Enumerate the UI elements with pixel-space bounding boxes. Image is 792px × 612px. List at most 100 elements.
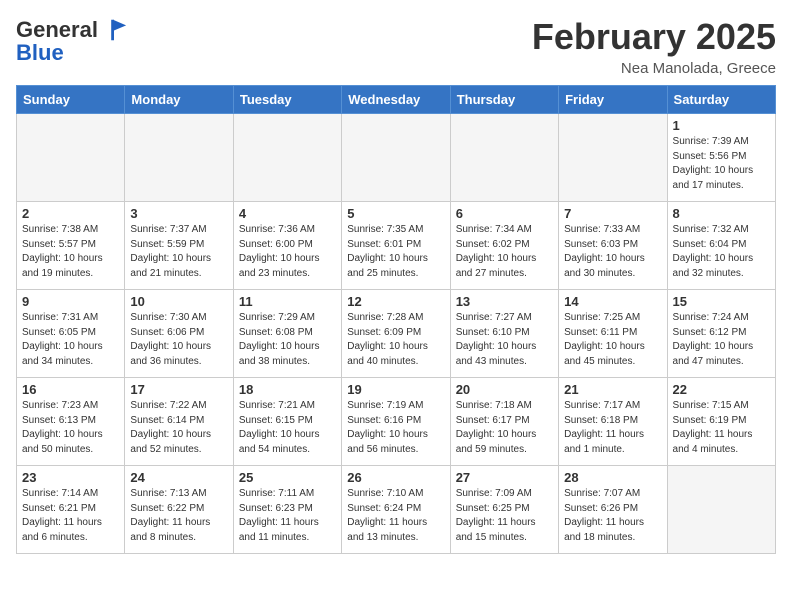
calendar-day-cell: 15 Sunrise: 7:24 AM Sunset: 6:12 PM Dayli… <box>667 290 775 378</box>
title-block: February 2025 Nea Manolada, Greece <box>532 16 776 77</box>
logo: General Blue <box>16 16 128 66</box>
day-number: 3 <box>130 206 227 221</box>
day-number: 7 <box>564 206 661 221</box>
day-info-text: Sunrise: 7:24 AM Sunset: 6:12 PM Dayligh… <box>673 311 770 369</box>
calendar-day-cell: 8 Sunrise: 7:32 AM Sunset: 6:04 PM Daylig… <box>667 202 775 290</box>
day-number: 19 <box>347 382 444 397</box>
day-number: 24 <box>130 470 227 485</box>
day-info-text: Sunrise: 7:14 AM Sunset: 6:21 PM Dayligh… <box>22 487 119 545</box>
day-info-text: Sunrise: 7:18 AM Sunset: 6:17 PM Dayligh… <box>456 399 553 457</box>
day-number: 18 <box>239 382 336 397</box>
calendar-day-cell: 17 Sunrise: 7:22 AM Sunset: 6:14 PM Dayli… <box>125 378 233 466</box>
calendar-day-cell: 5 Sunrise: 7:35 AM Sunset: 6:01 PM Daylig… <box>342 202 450 290</box>
day-info-text: Sunrise: 7:23 AM Sunset: 6:13 PM Dayligh… <box>22 399 119 457</box>
day-number: 27 <box>456 470 553 485</box>
calendar-day-cell: 14Sunrise: 7:25 AM Sunset: 6:11 PM Dayli… <box>559 290 667 378</box>
day-info-text: Sunrise: 7:32 AM Sunset: 6:04 PM Dayligh… <box>673 223 770 281</box>
calendar-day-cell: 9 Sunrise: 7:31 AM Sunset: 6:05 PM Daylig… <box>17 290 125 378</box>
day-info-text: Sunrise: 7:19 AM Sunset: 6:16 PM Dayligh… <box>347 399 444 457</box>
calendar-day-cell: 1 Sunrise: 7:39 AM Sunset: 5:56 PM Daylig… <box>667 114 775 202</box>
day-info-text: Sunrise: 7:35 AM Sunset: 6:01 PM Dayligh… <box>347 223 444 281</box>
day-number: 16 <box>22 382 119 397</box>
calendar-day-header: Sunday <box>17 86 125 114</box>
day-info-text: Sunrise: 7:31 AM Sunset: 6:05 PM Dayligh… <box>22 311 119 369</box>
calendar-day-cell: 27 Sunrise: 7:09 AM Sunset: 6:25 PM Dayli… <box>450 466 558 554</box>
day-number: 12 <box>347 294 444 309</box>
calendar-day-header: Monday <box>125 86 233 114</box>
calendar-week-row: 2Sunrise: 7:38 AM Sunset: 5:57 PM Daylig… <box>17 202 776 290</box>
calendar-day-cell <box>450 114 558 202</box>
day-number: 25 <box>239 470 336 485</box>
calendar-day-cell: 12 Sunrise: 7:28 AM Sunset: 6:09 PM Dayli… <box>342 290 450 378</box>
day-info-text: Sunrise: 7:22 AM Sunset: 6:14 PM Dayligh… <box>130 399 227 457</box>
calendar-day-cell: 20Sunrise: 7:18 AM Sunset: 6:17 PM Dayli… <box>450 378 558 466</box>
calendar-day-cell: 19 Sunrise: 7:19 AM Sunset: 6:16 PM Dayli… <box>342 378 450 466</box>
day-number: 13 <box>456 294 553 309</box>
day-info-text: Sunrise: 7:38 AM Sunset: 5:57 PM Dayligh… <box>22 223 119 281</box>
calendar-day-header: Saturday <box>667 86 775 114</box>
calendar-day-cell: 2Sunrise: 7:38 AM Sunset: 5:57 PM Daylig… <box>17 202 125 290</box>
day-number: 6 <box>456 206 553 221</box>
calendar-day-header: Wednesday <box>342 86 450 114</box>
logo-flag-icon <box>100 16 128 44</box>
day-number: 5 <box>347 206 444 221</box>
day-info-text: Sunrise: 7:36 AM Sunset: 6:00 PM Dayligh… <box>239 223 336 281</box>
calendar-day-cell: 24 Sunrise: 7:13 AM Sunset: 6:22 PM Dayli… <box>125 466 233 554</box>
day-number: 8 <box>673 206 770 221</box>
calendar-day-cell: 28 Sunrise: 7:07 AM Sunset: 6:26 PM Dayli… <box>559 466 667 554</box>
calendar-day-cell: 21 Sunrise: 7:17 AM Sunset: 6:18 PM Dayli… <box>559 378 667 466</box>
day-info-text: Sunrise: 7:28 AM Sunset: 6:09 PM Dayligh… <box>347 311 444 369</box>
day-info-text: Sunrise: 7:30 AM Sunset: 6:06 PM Dayligh… <box>130 311 227 369</box>
day-info-text: Sunrise: 7:37 AM Sunset: 5:59 PM Dayligh… <box>130 223 227 281</box>
day-number: 1 <box>673 118 770 133</box>
calendar-day-cell <box>233 114 341 202</box>
day-info-text: Sunrise: 7:27 AM Sunset: 6:10 PM Dayligh… <box>456 311 553 369</box>
day-number: 22 <box>673 382 770 397</box>
day-info-text: Sunrise: 7:25 AM Sunset: 6:11 PM Dayligh… <box>564 311 661 369</box>
calendar-day-cell: 13 Sunrise: 7:27 AM Sunset: 6:10 PM Dayli… <box>450 290 558 378</box>
calendar-day-cell: 7 Sunrise: 7:33 AM Sunset: 6:03 PM Daylig… <box>559 202 667 290</box>
day-info-text: Sunrise: 7:29 AM Sunset: 6:08 PM Dayligh… <box>239 311 336 369</box>
calendar-day-cell: 3 Sunrise: 7:37 AM Sunset: 5:59 PM Daylig… <box>125 202 233 290</box>
day-info-text: Sunrise: 7:13 AM Sunset: 6:22 PM Dayligh… <box>130 487 227 545</box>
calendar-day-cell <box>125 114 233 202</box>
day-number: 9 <box>22 294 119 309</box>
day-info-text: Sunrise: 7:17 AM Sunset: 6:18 PM Dayligh… <box>564 399 661 457</box>
day-number: 4 <box>239 206 336 221</box>
location-subtitle: Nea Manolada, Greece <box>532 60 776 77</box>
calendar-header-row: SundayMondayTuesdayWednesdayThursdayFrid… <box>17 86 776 114</box>
day-info-text: Sunrise: 7:11 AM Sunset: 6:23 PM Dayligh… <box>239 487 336 545</box>
calendar-day-cell: 6 Sunrise: 7:34 AM Sunset: 6:02 PM Daylig… <box>450 202 558 290</box>
day-info-text: Sunrise: 7:09 AM Sunset: 6:25 PM Dayligh… <box>456 487 553 545</box>
calendar-day-cell: 4 Sunrise: 7:36 AM Sunset: 6:00 PM Daylig… <box>233 202 341 290</box>
calendar-table: SundayMondayTuesdayWednesdayThursdayFrid… <box>16 85 776 554</box>
calendar-week-row: 16 Sunrise: 7:23 AM Sunset: 6:13 PM Dayli… <box>17 378 776 466</box>
day-info-text: Sunrise: 7:07 AM Sunset: 6:26 PM Dayligh… <box>564 487 661 545</box>
day-info-text: Sunrise: 7:21 AM Sunset: 6:15 PM Dayligh… <box>239 399 336 457</box>
calendar-week-row: 9 Sunrise: 7:31 AM Sunset: 6:05 PM Daylig… <box>17 290 776 378</box>
calendar-day-header: Friday <box>559 86 667 114</box>
day-info-text: Sunrise: 7:39 AM Sunset: 5:56 PM Dayligh… <box>673 135 770 193</box>
day-number: 10 <box>130 294 227 309</box>
day-number: 28 <box>564 470 661 485</box>
day-number: 15 <box>673 294 770 309</box>
calendar-day-header: Thursday <box>450 86 558 114</box>
calendar-day-cell: 26Sunrise: 7:10 AM Sunset: 6:24 PM Dayli… <box>342 466 450 554</box>
calendar-day-header: Tuesday <box>233 86 341 114</box>
day-info-text: Sunrise: 7:15 AM Sunset: 6:19 PM Dayligh… <box>673 399 770 457</box>
day-number: 21 <box>564 382 661 397</box>
month-title: February 2025 <box>532 16 776 58</box>
day-info-text: Sunrise: 7:33 AM Sunset: 6:03 PM Dayligh… <box>564 223 661 281</box>
calendar-day-cell: 25 Sunrise: 7:11 AM Sunset: 6:23 PM Dayli… <box>233 466 341 554</box>
calendar-week-row: 23 Sunrise: 7:14 AM Sunset: 6:21 PM Dayli… <box>17 466 776 554</box>
day-info-text: Sunrise: 7:34 AM Sunset: 6:02 PM Dayligh… <box>456 223 553 281</box>
calendar-week-row: 1 Sunrise: 7:39 AM Sunset: 5:56 PM Daylig… <box>17 114 776 202</box>
day-info-text: Sunrise: 7:10 AM Sunset: 6:24 PM Dayligh… <box>347 487 444 545</box>
calendar-day-cell: 10 Sunrise: 7:30 AM Sunset: 6:06 PM Dayli… <box>125 290 233 378</box>
calendar-day-cell <box>559 114 667 202</box>
day-number: 17 <box>130 382 227 397</box>
calendar-day-cell <box>17 114 125 202</box>
day-number: 23 <box>22 470 119 485</box>
calendar-day-cell: 23 Sunrise: 7:14 AM Sunset: 6:21 PM Dayli… <box>17 466 125 554</box>
calendar-day-cell <box>667 466 775 554</box>
